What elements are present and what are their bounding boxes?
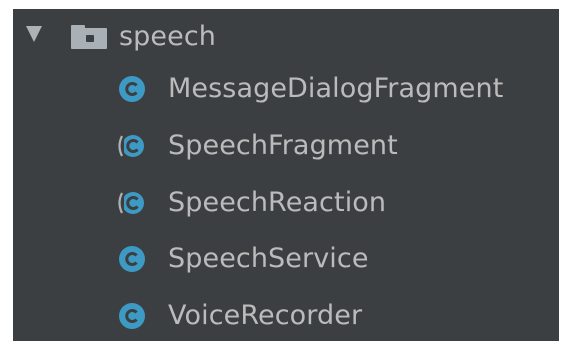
class-label: SpeechReaction: [168, 187, 387, 218]
abstract-class-icon: [118, 189, 146, 217]
class-label: SpeechFragment: [168, 130, 398, 161]
project-tree-panel: speech MessageDialogFragment SpeechFragme…: [13, 9, 559, 341]
tree-folder-speech[interactable]: speech: [13, 9, 559, 65]
abstract-class-icon: [118, 132, 146, 160]
class-icon: [118, 245, 146, 273]
folder-label: speech: [119, 21, 216, 52]
class-icon: [118, 75, 146, 103]
tree-item-class[interactable]: VoiceRecorder: [13, 288, 559, 344]
tree-item-class[interactable]: SpeechService: [13, 231, 559, 287]
folder-icon: [71, 25, 107, 49]
tree-item-class[interactable]: SpeechFragment: [13, 118, 559, 174]
tree-item-class[interactable]: MessageDialogFragment: [13, 61, 559, 117]
class-label: MessageDialogFragment: [168, 73, 504, 104]
class-label: SpeechService: [168, 243, 369, 274]
class-label: VoiceRecorder: [168, 300, 363, 331]
tree-item-class[interactable]: SpeechReaction: [13, 175, 559, 231]
chevron-down-icon[interactable]: [26, 26, 42, 42]
class-icon: [118, 302, 146, 330]
